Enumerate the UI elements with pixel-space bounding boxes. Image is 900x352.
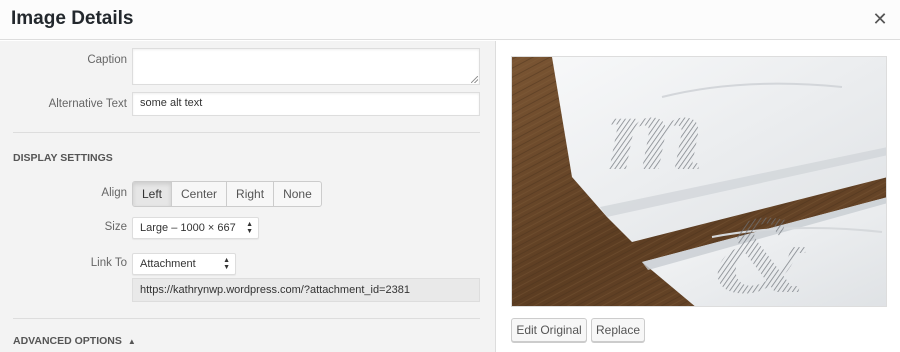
dialog-title: Image Details <box>11 8 134 29</box>
align-right-button[interactable]: Right <box>227 182 275 206</box>
align-center-button[interactable]: Center <box>172 182 228 206</box>
up-down-arrows-icon: ▲ ▼ <box>223 257 230 271</box>
alt-text-field[interactable]: some alt text <box>132 92 480 116</box>
align-label: Align <box>101 187 127 199</box>
divider <box>13 318 480 319</box>
up-down-arrows-icon: ▲ ▼ <box>246 221 253 235</box>
image-preview: m & <box>511 56 887 307</box>
link-to-select[interactable]: Attachment Page ▲▼ <box>132 253 236 290</box>
monogram-letter: m <box>604 79 706 192</box>
divider <box>13 132 480 133</box>
settings-pane: Caption Alternative Text some alt text D… <box>0 41 496 352</box>
advanced-options-heading: ADVANCED OPTIONS <box>13 335 122 347</box>
align-none-button[interactable]: None <box>274 182 321 206</box>
dialog-header: Image Details ✕ <box>0 0 900 40</box>
advanced-options-toggle[interactable]: ADVANCED OPTIONS ▲ <box>13 335 136 347</box>
triangle-up-icon: ▲ <box>127 337 136 346</box>
size-select-value: Large – 1000 × 667 <box>140 222 236 234</box>
size-select[interactable]: Large – 1000 × 667 ▲ ▼ <box>132 217 259 239</box>
align-left-button[interactable]: Left <box>133 182 173 206</box>
link-to-label: Link To <box>90 257 127 269</box>
replace-button[interactable]: Replace <box>591 318 645 342</box>
alt-text-label: Alternative Text <box>48 98 127 110</box>
close-icon[interactable]: ✕ <box>870 9 890 29</box>
size-label: Size <box>104 221 127 233</box>
resize-handle-icon[interactable] <box>471 76 478 83</box>
display-settings-heading: DISPLAY SETTINGS <box>13 152 113 164</box>
caption-label: Caption <box>87 54 127 66</box>
preview-pane: m & Edit Original Replace <box>497 41 900 352</box>
align-button-group: Left Center Right None <box>132 181 322 207</box>
caption-field[interactable] <box>132 48 480 85</box>
edit-original-button[interactable]: Edit Original <box>511 318 587 342</box>
link-url-field[interactable]: https://kathrynwp.wordpress.com/?attachm… <box>132 278 480 302</box>
ampersand-letter: & <box>717 198 807 307</box>
towel-photo: m & <box>512 57 886 307</box>
